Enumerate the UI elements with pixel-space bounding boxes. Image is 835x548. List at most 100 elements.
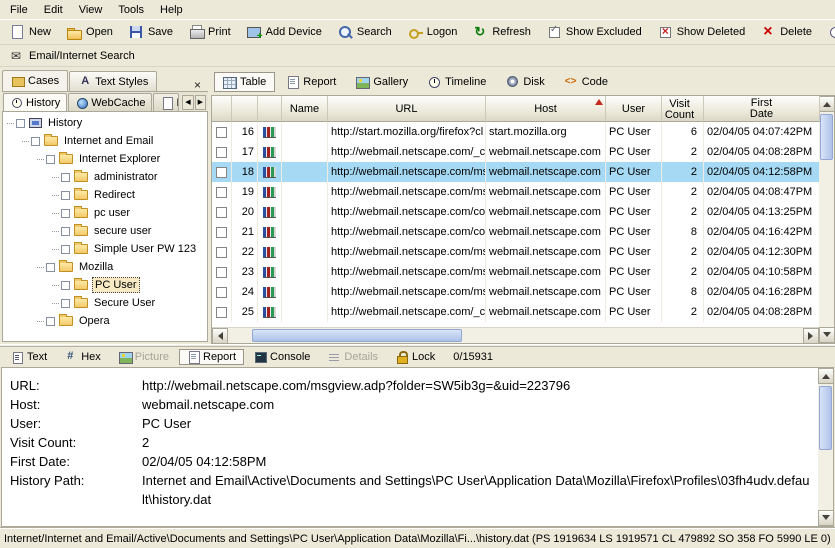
tree-checkbox[interactable] [61, 209, 70, 218]
vscroll-thumb[interactable] [820, 114, 833, 160]
row-select-checkbox[interactable] [212, 222, 232, 242]
tree-checkbox[interactable] [61, 245, 70, 254]
table-row[interactable]: 18http://webmail.netscape.com/msgwebmail… [212, 162, 819, 182]
view-history-button[interactable]: View History [821, 22, 835, 42]
tab-webcache[interactable]: WebCache [68, 93, 152, 111]
header-url[interactable]: URL [328, 96, 486, 122]
tree-item[interactable]: Redirect [3, 186, 207, 204]
tab-console[interactable]: Console [246, 349, 318, 365]
hscroll-thumb[interactable] [252, 329, 462, 342]
details-scroll-up-button[interactable] [818, 368, 834, 384]
scroll-down-button[interactable] [819, 327, 835, 343]
tree-item[interactable]: Internet and Email [3, 132, 207, 150]
tab-lock[interactable]: Lock [388, 349, 443, 365]
tab-code[interactable]: Code [556, 72, 617, 92]
row-select-checkbox[interactable] [212, 162, 232, 182]
add-device-button[interactable]: Add Device [240, 22, 329, 42]
details-vscroll-track[interactable] [818, 384, 833, 510]
menu-view[interactable]: View [71, 2, 111, 18]
row-select-checkbox[interactable] [212, 202, 232, 222]
close-panel-button[interactable]: × [191, 79, 204, 91]
tree-item[interactable]: Opera [3, 312, 207, 330]
tree-item[interactable]: Internet Explorer [3, 150, 207, 168]
row-select-checkbox[interactable] [212, 182, 232, 202]
tab-report[interactable]: Report [277, 72, 345, 92]
tree-item[interactable]: Mozilla [3, 258, 207, 276]
tree-checkbox[interactable] [61, 281, 70, 290]
tab-picture[interactable]: Picture [111, 349, 177, 365]
tab-table[interactable]: Table [214, 72, 275, 92]
header-checkbox-column[interactable] [212, 96, 232, 122]
tab-cases[interactable]: Cases [2, 70, 68, 91]
table-row[interactable]: 17http://webmail.netscape.com/_ccwebmail… [212, 142, 819, 162]
show-excluded-button[interactable]: Show Excluded [540, 22, 649, 42]
subtab-scroll-right-button[interactable]: ▶ [195, 95, 206, 110]
save-button[interactable]: Save [122, 22, 180, 42]
print-button[interactable]: Print [182, 22, 238, 42]
tree-checkbox[interactable] [46, 155, 55, 164]
tab-text[interactable]: Text [3, 349, 55, 365]
menu-help[interactable]: Help [152, 2, 191, 18]
tree-item[interactable]: PC User [3, 276, 207, 294]
header-first-date[interactable]: FirstDate [704, 96, 820, 122]
table-row[interactable]: 23http://webmail.netscape.com/msgwebmail… [212, 262, 819, 282]
tree-checkbox[interactable] [16, 119, 25, 128]
header-icon-column[interactable] [258, 96, 282, 122]
tab-report-view[interactable]: Report [179, 349, 244, 365]
vscroll-track[interactable] [819, 112, 834, 327]
subtab-scroll-left-button[interactable]: ◀ [182, 95, 193, 110]
tab-d-partial[interactable]: D [153, 93, 179, 111]
refresh-button[interactable]: Refresh [466, 22, 538, 42]
hscroll-track[interactable] [228, 328, 803, 343]
new-button[interactable]: New [3, 22, 58, 42]
scroll-up-button[interactable] [819, 96, 835, 112]
tab-timeline[interactable]: Timeline [419, 72, 495, 92]
tab-disk[interactable]: Disk [497, 72, 553, 92]
row-select-checkbox[interactable] [212, 282, 232, 302]
row-select-checkbox[interactable] [212, 242, 232, 262]
tab-details[interactable]: Details [320, 349, 386, 365]
row-select-checkbox[interactable] [212, 142, 232, 162]
tree-item[interactable]: Simple User PW 123 [3, 240, 207, 258]
details-scroll-down-button[interactable] [818, 510, 834, 526]
tab-gallery[interactable]: Gallery [347, 72, 417, 92]
scroll-right-button[interactable] [803, 328, 819, 344]
header-user[interactable]: User [606, 96, 662, 122]
details-vertical-scrollbar[interactable] [818, 367, 834, 527]
tree-checkbox[interactable] [46, 317, 55, 326]
header-host[interactable]: Host [486, 96, 606, 122]
tree-item[interactable]: secure user [3, 222, 207, 240]
grid-vertical-scrollbar[interactable] [819, 95, 835, 344]
tree-checkbox[interactable] [61, 299, 70, 308]
tree-checkbox[interactable] [31, 137, 40, 146]
search-button[interactable]: Search [331, 22, 399, 42]
row-select-checkbox[interactable] [212, 122, 232, 142]
header-visit-count[interactable]: VisitCount [662, 96, 704, 122]
tree-checkbox[interactable] [61, 227, 70, 236]
tree-item[interactable]: administrator [3, 168, 207, 186]
tree-item[interactable]: pc user [3, 204, 207, 222]
logon-button[interactable]: Logon [401, 22, 465, 42]
row-select-checkbox[interactable] [212, 262, 232, 282]
table-row[interactable]: 24http://webmail.netscape.com/msgwebmail… [212, 282, 819, 302]
table-row[interactable]: 22http://webmail.netscape.com/msgwebmail… [212, 242, 819, 262]
tab-hex[interactable]: Hex [57, 349, 109, 365]
table-row[interactable]: 21http://webmail.netscape.com/conwebmail… [212, 222, 819, 242]
row-select-checkbox[interactable] [212, 302, 232, 322]
delete-button[interactable]: Delete [754, 22, 819, 42]
details-vscroll-thumb[interactable] [819, 386, 832, 450]
table-row[interactable]: 16http://start.mozilla.org/firefox?clsta… [212, 122, 819, 142]
tab-history[interactable]: History [3, 93, 67, 111]
table-row[interactable]: 19http://webmail.netscape.com/msgwebmail… [212, 182, 819, 202]
menu-edit[interactable]: Edit [36, 2, 71, 18]
tree-checkbox[interactable] [61, 173, 70, 182]
tab-text-styles[interactable]: Text Styles [69, 71, 157, 91]
show-deleted-button[interactable]: Show Deleted [651, 22, 753, 42]
tree-item[interactable]: Secure User [3, 294, 207, 312]
table-row[interactable]: 20http://webmail.netscape.com/conwebmail… [212, 202, 819, 222]
email-internet-search-button[interactable]: Email/Internet Search [3, 46, 142, 66]
menu-tools[interactable]: Tools [110, 2, 152, 18]
header-row-number-column[interactable] [232, 96, 258, 122]
tree-checkbox[interactable] [46, 263, 55, 272]
grid-horizontal-scrollbar[interactable] [212, 327, 819, 343]
